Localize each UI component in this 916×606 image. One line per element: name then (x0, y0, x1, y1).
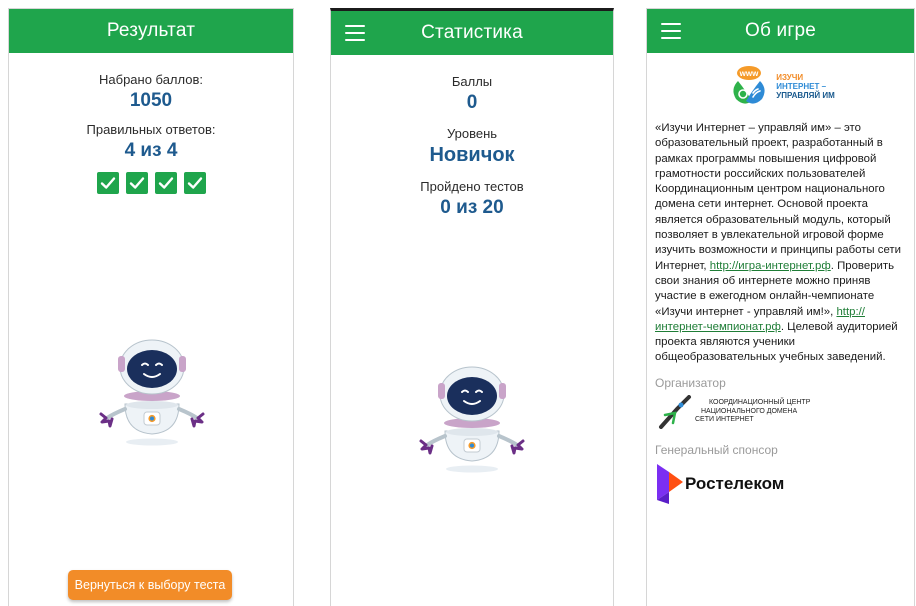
sponsor-logo: Ростелеком (647, 462, 914, 506)
score-value: 1050 (129, 90, 173, 111)
logo-text-line2: ИНТЕРНЕТ – (776, 81, 827, 91)
organizer-name-line2: НАЦИОНАЛЬНОГО ДОМЕНА (701, 407, 798, 415)
project-logo: www ИЗУЧИ ИНТЕРНЕТ – УПРАВЛЯЙ ИМ (647, 64, 914, 108)
statistics-screen: Статистика Баллы 0 Уровень Новичок Пройд… (330, 8, 614, 606)
rostelecom-logo-icon (657, 464, 683, 505)
logo-badge-text: www (739, 69, 759, 78)
answer-checks (9, 172, 293, 194)
organizer-label: Организатор (655, 375, 726, 390)
tests-passed-label: Пройдено тестов (420, 179, 524, 194)
sponsor-name: Ростелеком (685, 474, 785, 494)
robot-mascot-icon (419, 366, 525, 473)
logo-text-line1: ИЗУЧИ (776, 72, 804, 82)
score-label: Набрано баллов: (99, 72, 203, 87)
menu-icon[interactable] (661, 23, 681, 39)
check-icon (96, 172, 119, 194)
organizer-logo: КООРДИНАЦИОННЫЙ ЦЕНТР НАЦИОНАЛЬНОГО ДОМЕ… (647, 395, 914, 430)
organizer-name-line3: СЕТИ ИНТЕРНЕТ (695, 416, 754, 424)
correct-answers-value: 4 из 4 (124, 140, 178, 161)
result-screen: Результат Набрано баллов: 1050 Правильны… (8, 8, 294, 606)
points-label: Баллы (451, 74, 493, 89)
logo-text-line3: УПРАВЛЯЙ ИМ (776, 90, 835, 100)
game-site-link[interactable]: http://игра-интернет.рф (710, 260, 831, 272)
cctld-logo-icon (659, 395, 691, 430)
tests-passed-value: 0 из 20 (440, 197, 504, 218)
app-bar: Результат (9, 9, 293, 53)
about-screen: Об игре www ИЗУЧИ ИНТЕРНЕТ – УПРАВЛЯЙ ИМ… (646, 8, 915, 606)
correct-answers-label: Правильных ответов: (86, 122, 216, 137)
sponsor-label: Генеральный спонсор (655, 443, 778, 458)
screen-title: Об игре (744, 20, 817, 41)
check-icon (183, 172, 206, 194)
menu-icon[interactable] (345, 25, 365, 41)
globe-logo-icon: www (733, 66, 765, 104)
check-icon (154, 172, 177, 194)
app-bar: Статистика (331, 11, 613, 55)
back-to-test-selection-button[interactable]: Вернуться к выбору теста (68, 570, 232, 600)
app-bar: Об игре (647, 9, 914, 53)
points-value: 0 (466, 92, 478, 113)
screen-title: Статистика (421, 22, 523, 43)
screen-title: Результат (106, 20, 196, 41)
level-value: Новичок (429, 144, 515, 166)
robot-mascot-icon (99, 339, 205, 446)
about-description: «Изучи Интернет – управляй им» – это обр… (647, 121, 914, 366)
level-label: Уровень (446, 126, 498, 141)
about-text-part1: «Изучи Интернет – управляй им» – это обр… (655, 122, 902, 272)
check-icon (125, 172, 148, 194)
organizer-name-line1: КООРДИНАЦИОННЫЙ ЦЕНТР (709, 399, 811, 407)
